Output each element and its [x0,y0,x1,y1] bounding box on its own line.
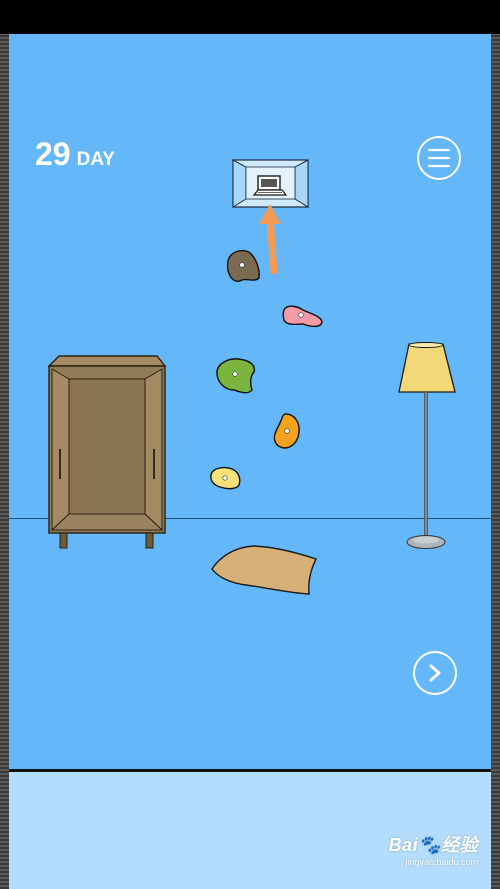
watermark-url: jingyan.baidu.com [405,857,478,867]
left-border [0,34,9,889]
climbing-hold-orange[interactable] [272,412,302,450]
status-bar [0,0,500,34]
wooden-cabinet[interactable] [47,354,169,554]
day-counter: 29 DAY [35,136,115,173]
inventory-panel[interactable] [9,769,491,889]
hamburger-menu-icon [428,148,450,168]
room-scene: 29 DAY [9,34,491,769]
watermark: Bai🐾经验 jingyan.baidu.com [389,831,478,867]
climbing-hold-yellow[interactable] [208,465,242,491]
day-label: DAY [76,149,115,170]
menu-button[interactable] [417,136,461,180]
day-number: 29 [35,136,71,172]
climbing-hold-pink[interactable] [281,302,325,330]
floor-cushion[interactable] [210,543,318,597]
next-room-button[interactable] [413,651,457,695]
floor-lamp[interactable] [395,342,459,552]
chevron-right-icon [429,664,441,682]
game-frame: 29 DAY Bai🐾经验 jingyan.baidu.com [0,0,500,889]
right-border [491,34,500,889]
climbing-hold-brown[interactable] [224,247,262,285]
watermark-brand: Bai🐾经验 [388,835,478,855]
climbing-hold-green[interactable] [214,356,258,396]
